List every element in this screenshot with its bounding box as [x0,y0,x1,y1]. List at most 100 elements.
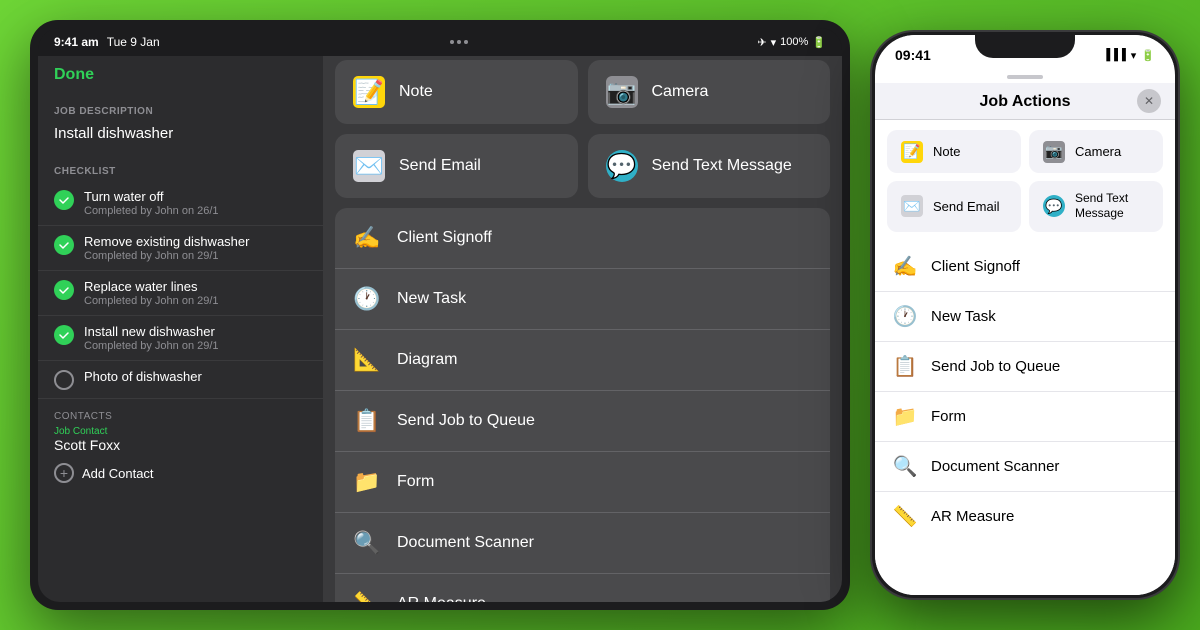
phone-device: 09:41 ▐▐▐ ▾ 🔋 Job Actions ✕ 📝 Note [870,30,1180,600]
send-email-icon: ✉️ [351,148,387,184]
phone-send-job-queue-button[interactable]: 📋 Send Job to Queue [875,342,1175,392]
phone-time: 09:41 [895,47,931,63]
phone-new-task-button[interactable]: 🕐 New Task [875,292,1175,342]
checklist-sub-4: Completed by John on 29/1 [84,340,307,352]
phone-send-job-queue-label: Send Job to Queue [931,358,1060,375]
send-email-label: Send Email [399,157,481,175]
note-icon: 📝 [351,74,387,110]
tablet-send-email-button[interactable]: ✉️ Send Email [335,134,578,198]
check-circle-2 [54,235,74,255]
phone-notch [975,32,1075,58]
client-signoff-icon: ✍️ [351,222,383,254]
phone-document-scanner-label: Document Scanner [931,458,1059,475]
tablet-status-bar: 9:41 am Tue 9 Jan ✈ ▾ 100% 🔋 [38,28,842,56]
document-scanner-button[interactable]: 🔍 Document Scanner [335,513,830,574]
contact-sublabel: Job Contact [54,426,307,437]
tablet-modal-header: Job Actions ✕ [323,56,842,60]
tablet-status-icons: ✈ ▾ 100% 🔋 [757,36,826,49]
contacts-label: CONTACTS [54,411,307,422]
phone-form-label: Form [931,408,966,425]
send-job-icon: 📋 [351,405,383,437]
form-label: Form [397,473,434,491]
phone-camera-label: Camera [1075,144,1121,159]
tablet-device: 9:41 am Tue 9 Jan ✈ ▾ 100% 🔋 Done JOB DE… [30,20,850,610]
phone-client-signoff-label: Client Signoff [931,258,1020,275]
send-text-icon: 💬 [604,148,640,184]
tablet-sidebar: Done JOB DESCRIPTION Install dishwasher … [38,56,323,602]
tablet-modal-top-grid: 📝 Note 📷 Camera [323,60,842,208]
check-circle-4 [54,325,74,345]
send-text-label: Send Text Message [652,157,792,175]
phone-modal-header: Job Actions ✕ [875,83,1175,120]
checklist-sub-1: Completed by John on 26/1 [84,205,307,217]
tablet-note-button[interactable]: 📝 Note [335,60,578,124]
tablet-modal-list: ✍️ Client Signoff 🕐 New Task 📐 Diagram [335,208,830,602]
add-contact-button[interactable]: + Add Contact [54,463,307,483]
ar-measure-button[interactable]: 📏 AR Measure [335,574,830,602]
send-job-to-queue-button[interactable]: 📋 Send Job to Queue [335,391,830,452]
diagram-label: Diagram [397,351,457,369]
contacts-section: CONTACTS Job Contact Scott Foxx + Add Co… [38,399,323,495]
send-job-label: Send Job to Queue [397,412,535,430]
new-task-icon: 🕐 [351,283,383,315]
add-contact-label: Add Contact [82,466,154,481]
checklist-label: CHECKLIST [38,154,323,181]
modal-overlay: Job Actions ✕ 📝 Note [323,56,842,602]
tablet-modal: Job Actions ✕ 📝 Note [323,56,842,602]
tablet-dots [450,40,468,44]
check-circle-3 [54,280,74,300]
phone-drag-handle [1007,75,1043,79]
phone-new-task-label: New Task [931,308,996,325]
phone-ar-measure-label: AR Measure [931,508,1014,525]
phone-status-icons: ▐▐▐ ▾ 🔋 [1102,49,1155,62]
diagram-button[interactable]: 📐 Diagram [335,330,830,391]
done-button[interactable]: Done [38,56,323,94]
phone-send-email-button[interactable]: ✉️ Send Email [887,181,1021,232]
phone-camera-button[interactable]: 📷 Camera [1029,130,1163,173]
check-circle-1 [54,190,74,210]
client-signoff-label: Client Signoff [397,229,492,247]
phone-note-label: Note [933,144,960,159]
ar-measure-icon: 📏 [351,588,383,602]
check-circle-5 [54,370,74,390]
phone-form-button[interactable]: 📁 Form [875,392,1175,442]
client-signoff-button[interactable]: ✍️ Client Signoff [335,208,830,269]
phone-note-icon: 📝 [899,140,925,163]
diagram-icon: 📐 [351,344,383,376]
form-icon: 📁 [351,466,383,498]
checklist-item-3: Replace water lines Completed by John on… [38,271,323,316]
phone-client-signoff-button[interactable]: ✍️ Client Signoff [875,242,1175,292]
phone-send-email-icon: ✉️ [899,195,925,218]
phone-note-button[interactable]: 📝 Note [887,130,1021,173]
tablet-camera-button[interactable]: 📷 Camera [588,60,831,124]
camera-label: Camera [652,83,709,101]
checklist-item-4: Install new dishwasher Completed by John… [38,316,323,361]
new-task-button[interactable]: 🕐 New Task [335,269,830,330]
phone-send-text-button[interactable]: 💬 Send TextMessage [1029,181,1163,232]
checklist-title-3: Replace water lines [84,279,307,294]
checklist-title-1: Turn water off [84,189,307,204]
job-description-value: Install dishwasher [38,121,323,154]
phone-modal-close-button[interactable]: ✕ [1137,89,1161,113]
phone-form-icon: 📁 [891,404,919,429]
job-description-label: JOB DESCRIPTION [38,94,323,121]
checklist-item-2: Remove existing dishwasher Completed by … [38,226,323,271]
tablet-main-content: Job Actions ✕ 📝 Note [323,56,842,602]
checklist-title-5: Photo of dishwasher [84,369,307,384]
tablet-battery: 100% [780,36,808,48]
note-label: Note [399,83,433,101]
camera-icon: 📷 [604,74,640,110]
phone-document-scanner-button[interactable]: 🔍 Document Scanner [875,442,1175,492]
form-button[interactable]: 📁 Form [335,452,830,513]
phone-send-text-icon: 💬 [1041,195,1067,218]
checklist-item-1: Turn water off Completed by John on 26/1 [38,181,323,226]
phone-new-task-icon: 🕐 [891,304,919,329]
tablet-time: 9:41 am [54,35,99,49]
phone-ar-measure-button[interactable]: 📏 AR Measure [875,492,1175,541]
checklist-title-2: Remove existing dishwasher [84,234,307,249]
phone-document-scanner-icon: 🔍 [891,454,919,479]
tablet-send-text-button[interactable]: 💬 Send Text Message [588,134,831,198]
checklist-sub-2: Completed by John on 29/1 [84,250,307,262]
phone-camera-icon: 📷 [1041,140,1067,163]
phone-modal-top-grid: 📝 Note 📷 Camera ✉️ Send Email 💬 [875,120,1175,242]
